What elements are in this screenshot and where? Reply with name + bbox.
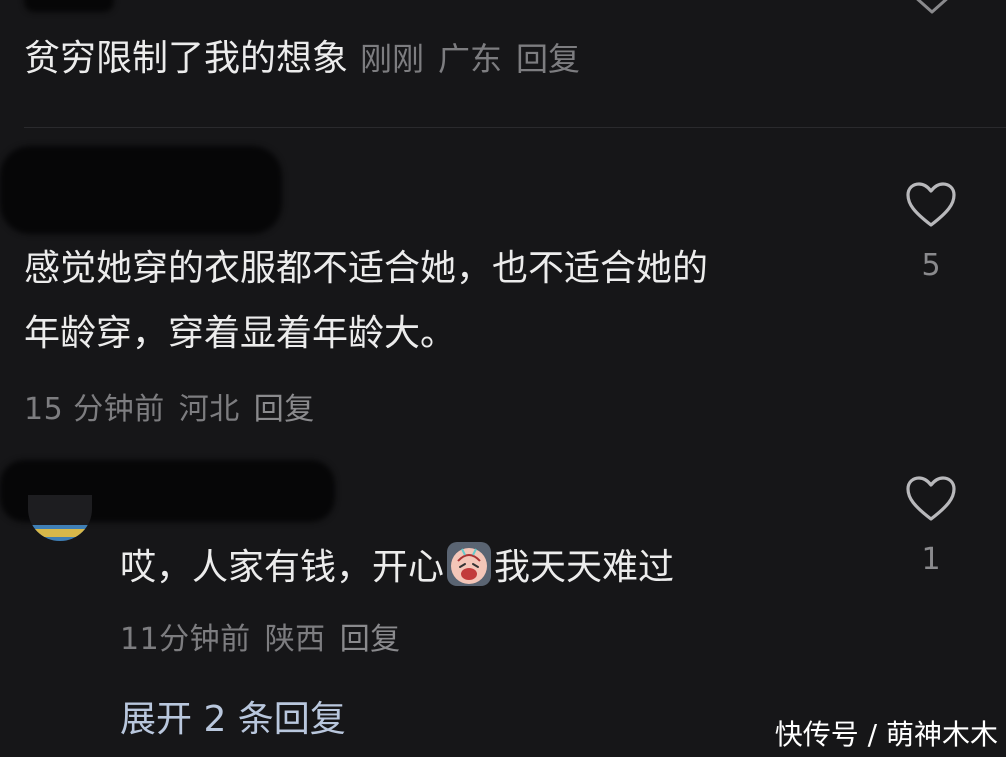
crying-face-sticker-icon: [447, 542, 492, 586]
comment-1-location: 广东: [438, 40, 503, 78]
comment-1-body: 贫穷限制了我的想象 刚刚 广东 回复: [24, 36, 594, 83]
comment-2-location: 河北: [178, 392, 240, 427]
comment-1-text: 贫穷限制了我的想象: [24, 38, 349, 79]
comment-3-like-count: 1: [921, 542, 941, 577]
comment-3-like[interactable]: 1: [901, 474, 961, 577]
expand-replies-button[interactable]: 展开 2 条回复: [120, 690, 346, 742]
comment-3-meta: 11分钟前 陕西 回复: [120, 614, 415, 658]
comment-2-line-1: 感觉她穿的衣服都不适合她，也不适合她的: [24, 248, 709, 289]
chevron-down-icon[interactable]: [908, 0, 956, 20]
comment-1-time: 刚刚: [360, 40, 425, 78]
redacted-username: [24, 0, 114, 12]
comment-3-time: 11分钟前: [120, 622, 251, 657]
comment-divider: [24, 127, 1006, 128]
avatar[interactable]: [28, 495, 92, 541]
comment-3-body: 哎，人家有钱，开心 我天天难过: [120, 541, 674, 592]
comment-2-time: 15 分钟前: [24, 392, 165, 427]
comment-2-like-count: 5: [921, 248, 941, 283]
comment-3-reply-button[interactable]: 回复: [340, 622, 401, 657]
comment-3-text-part-1: 哎，人家有钱，开心: [120, 547, 445, 588]
comment-2-reply-button[interactable]: 回复: [254, 392, 315, 427]
heart-icon[interactable]: [904, 474, 958, 524]
comment-2-meta: 15 分钟前 河北 回复: [24, 384, 329, 428]
comment-3-location: 陕西: [264, 622, 326, 657]
comment-1-reply-button[interactable]: 回复: [516, 40, 580, 78]
comment-2-line-2: 年龄穿，穿着显着年龄大。: [24, 313, 457, 354]
comment-3-text-part-2: 我天天难过: [494, 547, 675, 588]
watermark: 快传号 / 萌神木木: [774, 718, 998, 751]
comment-2-like[interactable]: 5: [901, 180, 961, 283]
redacted-user-header: [0, 146, 282, 234]
heart-icon[interactable]: [904, 180, 958, 230]
